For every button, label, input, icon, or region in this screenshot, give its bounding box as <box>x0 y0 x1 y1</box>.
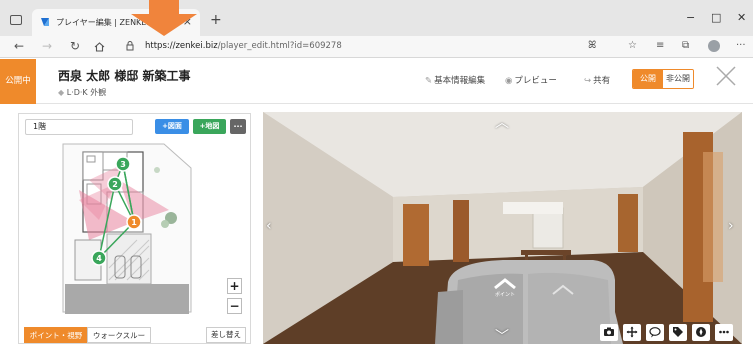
status-badge: 公開中 <box>0 59 36 104</box>
comment-button[interactable] <box>646 324 664 341</box>
read-aloud-icon[interactable]: ꕤ <box>588 40 596 51</box>
svg-text:3: 3 <box>120 160 126 169</box>
zoom-out-button[interactable]: − <box>227 298 242 314</box>
move-button[interactable] <box>623 324 641 341</box>
point-marker-3[interactable]: 3 <box>115 156 131 172</box>
svg-text:4: 4 <box>96 254 102 263</box>
pan-down-icon[interactable]: ﹀ <box>495 326 509 344</box>
add-plan-button[interactable]: +図面 <box>155 119 189 134</box>
panorama-viewer[interactable]: ポイント ︿ ﹀ ‹ › <box>263 112 742 344</box>
more-icon <box>719 330 729 334</box>
address-bar: ← → ↻ https://zenkei.biz/player_edit.htm… <box>0 36 753 58</box>
url-text: https://zenkei.biz/player_edit.html?id=6… <box>145 41 342 51</box>
camera-button[interactable] <box>600 324 618 341</box>
home-icon[interactable] <box>94 42 105 52</box>
annotation-arrow-icon <box>131 0 197 36</box>
more-menu-icon[interactable]: ··· <box>736 40 746 51</box>
more-options-button[interactable]: ··· <box>230 119 246 134</box>
reload-icon[interactable]: ↻ <box>70 39 80 53</box>
browser-tabbar: プレイヤー編集 | ZENKEI × + − □ ✕ <box>0 0 753 36</box>
page-title: 西泉 太郎 様邸 新築工事 <box>58 69 191 83</box>
add-map-button[interactable]: +地図 <box>193 119 226 134</box>
window-close-icon[interactable]: ✕ <box>737 11 746 24</box>
share-icon: ↪ <box>584 76 592 86</box>
tag-icon: ◆ <box>58 88 65 97</box>
private-option[interactable]: 非公開 <box>663 70 693 88</box>
move-icon <box>626 326 638 338</box>
tag-button[interactable] <box>669 324 687 341</box>
svg-text:2: 2 <box>112 180 118 189</box>
app-header: 公開中 西泉 太郎 様邸 新築工事 ◆ L·D·K 外観 ✎ 基本情報編集 ◉ プレ… <box>0 59 753 104</box>
visibility-toggle[interactable]: 公開 非公開 <box>632 69 694 89</box>
compass-button[interactable] <box>692 324 710 341</box>
floor-select[interactable]: 1階 <box>25 119 133 135</box>
collections-icon[interactable]: ⧉ <box>682 40 689 51</box>
point-marker-4[interactable]: 4 <box>91 250 107 266</box>
mode-point-view-button[interactable]: ポイント・視野 <box>24 327 88 343</box>
camera-icon <box>604 327 614 336</box>
tag-icon <box>673 327 683 337</box>
close-editor-icon[interactable] <box>715 65 737 87</box>
public-option[interactable]: 公開 <box>633 70 663 88</box>
zenkei-favicon-icon <box>41 18 49 26</box>
tag-line: ◆ L·D·K 外観 <box>58 88 107 97</box>
replace-button[interactable]: 差し替え <box>206 327 246 343</box>
floor-plan[interactable]: 3 2 1 4 <box>19 140 250 325</box>
hotspot-label: ポイント <box>495 291 515 298</box>
point-marker-1[interactable]: 1 <box>126 214 142 230</box>
maximize-icon[interactable]: □ <box>711 11 721 24</box>
viewer-more-button[interactable] <box>715 324 733 341</box>
room-scene: ポイント <box>263 112 742 344</box>
mode-walkthrough-button[interactable]: ウォークスルー <box>87 327 151 343</box>
comment-icon <box>649 327 661 338</box>
pan-left-icon[interactable]: ‹ <box>266 218 272 234</box>
lock-icon <box>126 41 134 51</box>
basic-info-edit-link[interactable]: ✎ 基本情報編集 <box>425 74 485 86</box>
eye-icon: ◉ <box>505 76 513 86</box>
url-field[interactable]: https://zenkei.biz/player_edit.html?id=6… <box>118 38 638 55</box>
back-icon[interactable]: ← <box>14 39 24 53</box>
favorites-list-icon[interactable]: ≡ <box>656 40 664 51</box>
preview-link[interactable]: ◉ プレビュー <box>505 74 557 86</box>
svg-text:1: 1 <box>131 218 137 227</box>
window-menu-icon[interactable] <box>10 15 22 25</box>
share-link[interactable]: ↪ 共有 <box>584 74 610 86</box>
zoom-in-button[interactable]: + <box>227 278 242 294</box>
new-tab-icon[interactable]: + <box>210 12 222 28</box>
favorite-icon[interactable]: ☆ <box>628 40 637 51</box>
compass-icon <box>696 327 706 337</box>
pan-right-icon[interactable]: › <box>728 218 734 234</box>
pan-up-icon[interactable]: ︿ <box>495 112 509 132</box>
profile-avatar[interactable] <box>708 40 720 52</box>
forward-icon[interactable]: → <box>42 39 52 53</box>
point-marker-2[interactable]: 2 <box>107 176 123 192</box>
floorplan-panel: 1階 +図面 +地図 ··· 3 2 1 4 + − ポイント・視野 ウォークス… <box>18 113 251 344</box>
minimize-icon[interactable]: − <box>686 11 695 24</box>
pencil-icon: ✎ <box>425 76 433 86</box>
